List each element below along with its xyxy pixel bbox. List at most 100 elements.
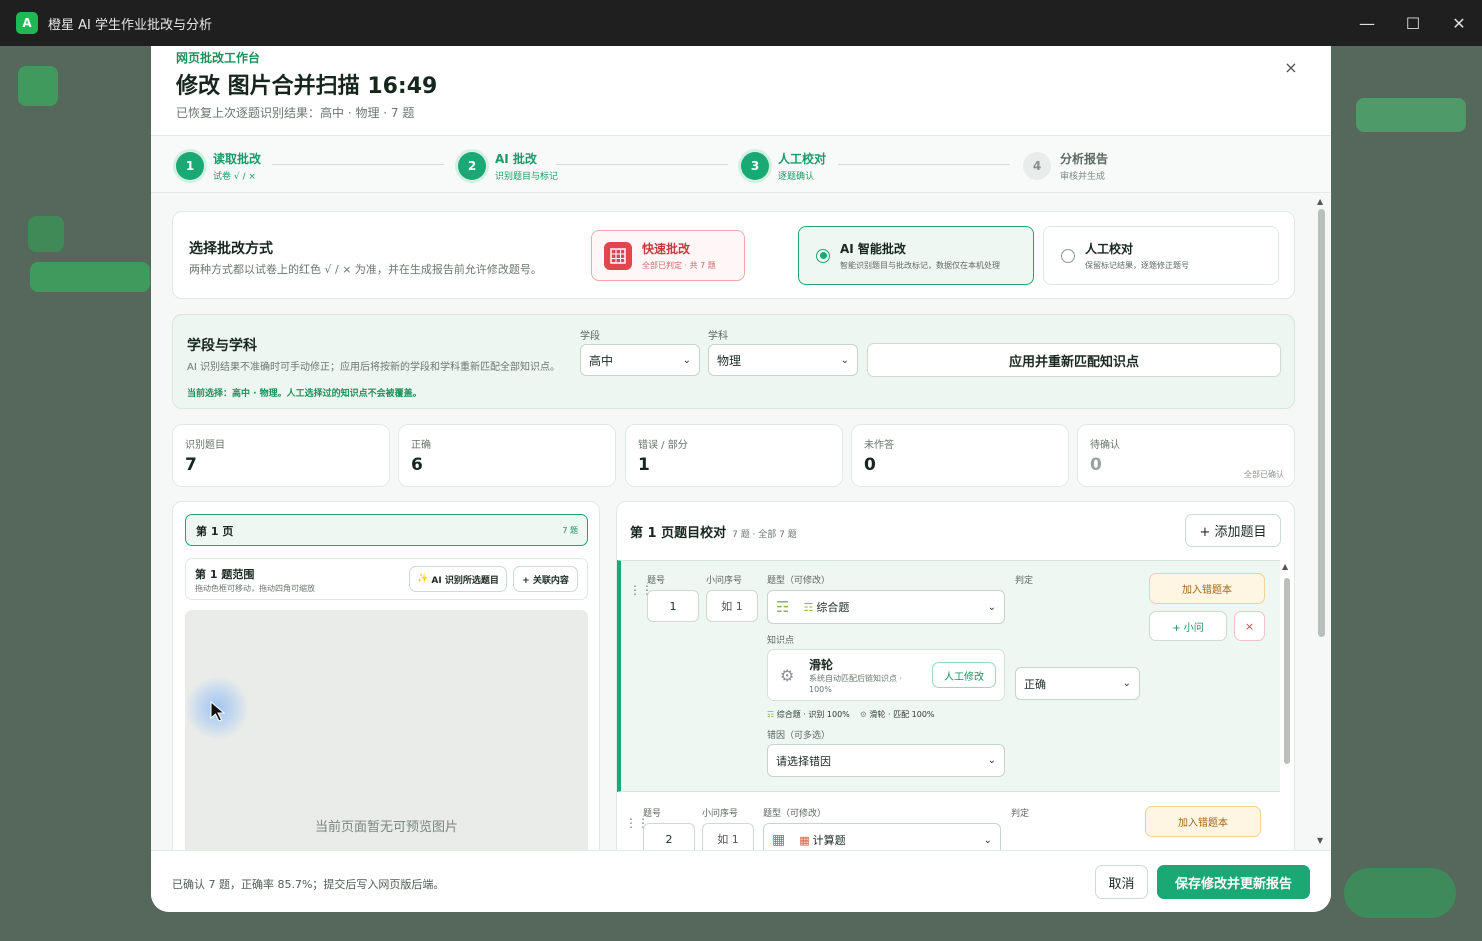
stat-value: 1 bbox=[638, 455, 650, 475]
step-read[interactable]: 1 读取批改 试卷 √ / × bbox=[176, 150, 261, 182]
knowledge-point-box: ⚙ 滑轮 系统自动匹配后链知识点 · 100% 人工修改 bbox=[767, 649, 1005, 701]
step-title: 读取批改 bbox=[213, 152, 262, 166]
content-scrollbar[interactable] bbox=[1318, 209, 1325, 637]
bg-logo bbox=[18, 66, 58, 106]
q-judge-label: 判定 bbox=[1011, 809, 1030, 819]
minimize-icon[interactable]: — bbox=[1344, 0, 1390, 46]
q-type-value: 计算题 bbox=[812, 834, 846, 847]
sparkle-icon: ✨ bbox=[417, 574, 429, 584]
stage-value: 高中 bbox=[589, 353, 614, 368]
add-sub-question-button[interactable]: + 小问 bbox=[1149, 611, 1227, 641]
q-type-select[interactable]: ▦ ▦ 计算题 ⌄ bbox=[763, 823, 1001, 850]
q-type-select[interactable]: ☶ ☶ 综合题 ⌄ bbox=[767, 590, 1005, 624]
ai-recognize-button[interactable]: ✨ AI 识别所选题目 bbox=[409, 566, 507, 592]
subject-desc: AI 识别结果不准确时可手动修正；应用后将按新的学段和学科重新匹配全部知识点。 bbox=[187, 362, 560, 373]
maximize-icon[interactable]: ☐ bbox=[1390, 0, 1436, 46]
scroll-up-icon[interactable]: ▲ bbox=[1317, 197, 1323, 206]
modal-subtitle: 已恢复上次逐题识别结果：高中 · 物理 · 7 题 bbox=[176, 106, 415, 120]
step-title: 分析报告 bbox=[1060, 152, 1109, 166]
modal-close-icon[interactable]: × bbox=[1281, 58, 1301, 78]
stat-card: 正确 6 bbox=[398, 424, 616, 487]
mode-desc: 两种方式都以试卷上的红色 √ / × 为准，并在生成报告前允许修改题号。 bbox=[189, 263, 542, 276]
scroll-up-icon[interactable]: ▲ bbox=[1282, 562, 1288, 571]
q-type-value: 综合题 bbox=[816, 601, 850, 614]
q-kp-label: 知识点 bbox=[767, 636, 795, 646]
close-window-icon[interactable]: ✕ bbox=[1436, 0, 1482, 46]
q-judge-label: 判定 bbox=[1015, 576, 1034, 586]
cause-placeholder: 请选择错因 bbox=[776, 754, 831, 768]
q-sub-input[interactable]: 如 1 bbox=[706, 590, 758, 622]
kp-desc: 系统自动匹配后链知识点 · 100% bbox=[809, 674, 903, 694]
scroll-down-icon[interactable]: ▼ bbox=[1317, 836, 1323, 845]
step-desc: 识别题目与标记 bbox=[495, 172, 559, 182]
footer-summary: 已确认 7 题，正确率 85.7%；提交后写入网页版后端。 bbox=[172, 878, 445, 891]
q-type-label: 题型（可修改） bbox=[767, 576, 831, 586]
window-title: 橙星 AI 学生作业批改与分析 bbox=[48, 17, 212, 33]
add-question-button[interactable]: + 添加题目 bbox=[1185, 514, 1281, 547]
tag-kp-text: 滑轮 · 匹配 100% bbox=[869, 710, 935, 719]
mode-quick[interactable]: 快速批改 全部已判定 · 共 7 题 bbox=[591, 230, 745, 281]
range-desc: 拖动色框可移动，拖动四角可缩放 bbox=[195, 584, 315, 593]
add-wrongbook-button[interactable]: 加入错题本 bbox=[1145, 806, 1261, 837]
q-num-input[interactable]: 1 bbox=[647, 590, 699, 622]
cause-select[interactable]: 请选择错因 ⌄ bbox=[767, 744, 1005, 777]
image-preview-area[interactable]: 当前页面暂无可预览图片 bbox=[185, 610, 588, 850]
stat-card: 待确认 0 全部已确认 bbox=[1077, 424, 1295, 487]
modal-footer: 已确认 7 题，正确率 85.7%；提交后写入网页版后端。 取消 保存修改并更新… bbox=[151, 850, 1331, 912]
q-num-label: 题号 bbox=[647, 576, 666, 586]
kp-edit-button[interactable]: 人工修改 bbox=[932, 662, 996, 688]
tag-type: ☶ 综合题 · 识别 100% bbox=[767, 709, 850, 720]
step-desc: 审核并生成 bbox=[1060, 172, 1106, 182]
q-num-input[interactable]: 2 bbox=[643, 823, 695, 850]
mode-option-desc: 保留标记结果，逐题修正题号 bbox=[1085, 261, 1189, 270]
bg-item bbox=[30, 262, 150, 292]
mode-manual[interactable]: 人工校对 保留标记结果，逐题修正题号 bbox=[1043, 226, 1279, 285]
calculator-icon: ▦ bbox=[799, 833, 810, 847]
apply-rematch-button[interactable]: 应用并重新匹配知识点 bbox=[867, 343, 1281, 377]
step-report[interactable]: 4 分析报告 审核并生成 bbox=[1023, 150, 1108, 182]
app-logo-icon: A bbox=[16, 12, 38, 34]
question-row-2: ⋮⋮ 题号 2 小问序号 如 1 题型（可修改） ▦ ▦ 计算题 ⌄ 判定 加入错题… bbox=[617, 794, 1280, 850]
subject-card: 学段与学科 AI 识别结果不准确时可手动修正；应用后将按新的学段和学科重新匹配全… bbox=[172, 314, 1295, 409]
calculator-icon: ▦ bbox=[772, 832, 786, 848]
stat-card: 未作答 0 bbox=[851, 424, 1069, 487]
review-title: 第 1 页题目校对 bbox=[630, 526, 727, 541]
stat-label: 错误 / 部分 bbox=[638, 440, 688, 451]
stat-value: 0 bbox=[864, 455, 876, 475]
q-cause-label: 错因（可多选） bbox=[767, 731, 831, 741]
subject-select[interactable]: 物理 ⌄ bbox=[708, 344, 858, 376]
stage-select[interactable]: 高中 ⌄ bbox=[580, 344, 700, 376]
q-sub-input[interactable]: 如 1 bbox=[702, 823, 754, 850]
step-number: 2 bbox=[458, 152, 486, 180]
stat-value: 0 bbox=[1090, 455, 1102, 475]
puzzle-icon: ☶ bbox=[767, 710, 775, 719]
mode-ai[interactable]: AI 智能批改 智能识别题目与批改标记，数据仅在本机处理 bbox=[798, 226, 1034, 285]
save-update-report-button[interactable]: 保存修改并更新报告 bbox=[1157, 865, 1310, 899]
q-num-label: 题号 bbox=[643, 809, 662, 819]
modal-eyebrow: 网页批改工作台 bbox=[176, 51, 261, 65]
range-title: 第 1 题范围 bbox=[195, 568, 255, 581]
stat-card: 识别题目 7 bbox=[172, 424, 390, 487]
mode-option-desc: 全部已判定 · 共 7 题 bbox=[642, 261, 716, 270]
stat-label: 正确 bbox=[411, 440, 431, 451]
cancel-button[interactable]: 取消 bbox=[1095, 865, 1148, 899]
page-tab-1[interactable]: 第 1 页 7 题 bbox=[185, 514, 588, 546]
q-sub-label: 小问序号 bbox=[706, 576, 743, 586]
page-tab-label: 第 1 页 bbox=[196, 525, 234, 538]
judge-select[interactable]: 正确 ⌄ bbox=[1015, 667, 1140, 700]
question-row-1: ⋮⋮ 题号 1 小问序号 如 1 题型（可修改） ☶ ☶ 综合题 ⌄ 判定 知识点 … bbox=[617, 560, 1280, 792]
inner-scrollbar[interactable] bbox=[1284, 578, 1290, 764]
stat-value: 6 bbox=[411, 455, 423, 475]
judge-value: 正确 bbox=[1024, 677, 1046, 691]
step-connector bbox=[838, 164, 1010, 165]
delete-question-button[interactable]: × bbox=[1234, 611, 1265, 641]
step-ai[interactable]: 2 AI 批改 识别题目与标记 bbox=[458, 150, 558, 182]
subject-label: 学科 bbox=[708, 331, 728, 342]
step-review[interactable]: 3 人工校对 逐题确认 bbox=[741, 150, 826, 182]
puzzle-icon: ☶ bbox=[803, 600, 814, 614]
step-title: 人工校对 bbox=[778, 152, 827, 166]
link-content-button[interactable]: + 关联内容 bbox=[513, 566, 578, 592]
chevron-down-icon: ⌄ bbox=[987, 755, 996, 766]
add-wrongbook-button[interactable]: 加入错题本 bbox=[1149, 573, 1265, 604]
puzzle-icon: ☶ bbox=[776, 598, 790, 616]
